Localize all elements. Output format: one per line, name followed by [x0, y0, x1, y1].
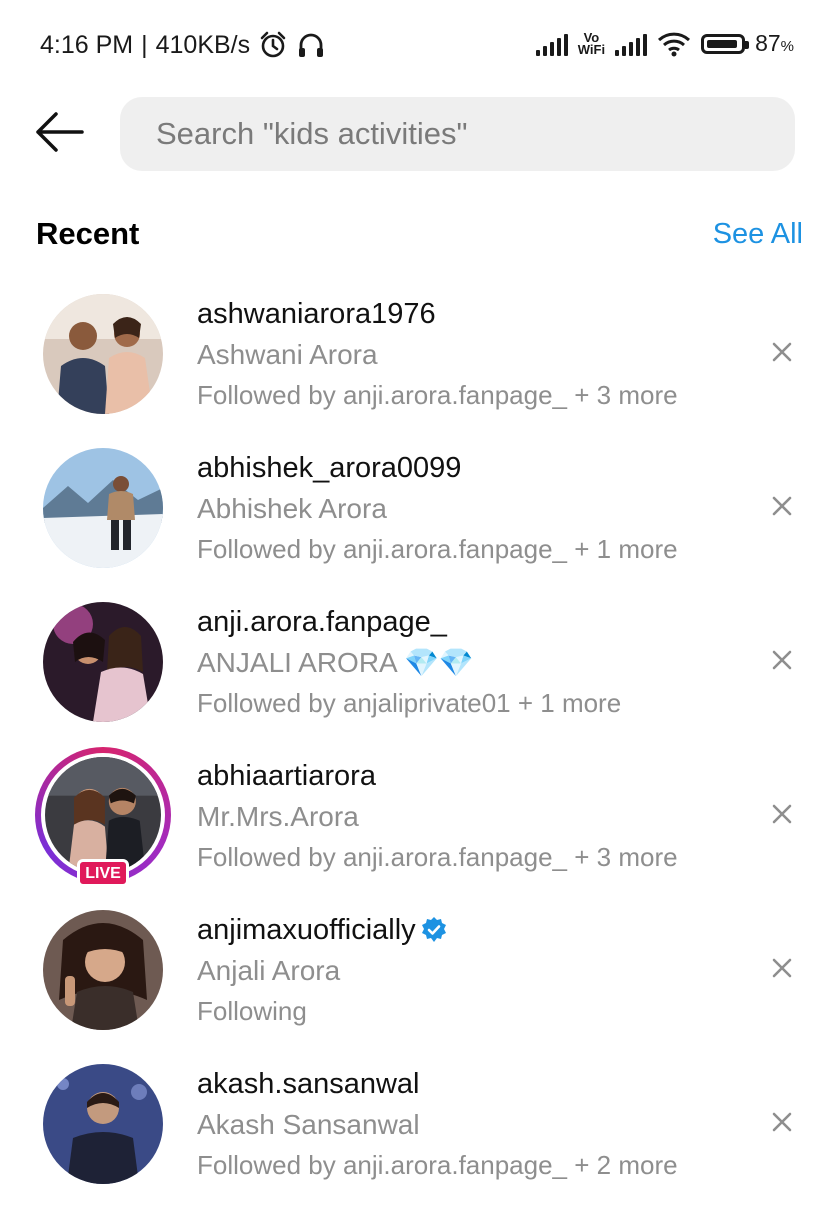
followed-by: Followed by anji.arora.fanpage_ + 2 more	[197, 1150, 678, 1180]
avatar[interactable]	[43, 294, 163, 414]
close-icon[interactable]	[772, 496, 792, 516]
status-left: 4:16 PM | 410KB/s	[40, 30, 326, 60]
item-info: anjimaxuofficially Anjali Arora Followin…	[197, 912, 737, 1029]
avatar[interactable]	[43, 910, 163, 1030]
status-speed: 410KB/s	[155, 30, 251, 59]
avatar-photo	[43, 448, 163, 568]
search-bar[interactable]	[120, 97, 795, 171]
followed-by: Followed by anjaliprivate01 + 1 more	[197, 688, 622, 718]
see-all-link[interactable]: See All	[713, 218, 803, 251]
list-item[interactable]: ashwaniarora1976 Ashwani Arora Followed …	[0, 292, 838, 446]
headphones-icon	[299, 33, 324, 57]
close-icon[interactable]	[772, 650, 792, 670]
list-item[interactable]: akash.sansanwal Akash Sansanwal Followed…	[0, 1062, 838, 1216]
close-icon[interactable]	[772, 342, 792, 362]
alarm-icon	[260, 31, 286, 58]
avatar[interactable]	[43, 602, 163, 722]
full-name: Anjali Arora	[197, 955, 341, 986]
avatar[interactable]	[43, 1064, 163, 1184]
vowifi-bottom: WiFi	[577, 41, 606, 57]
followed-by: Followed by anji.arora.fanpage_ + 1 more	[197, 534, 678, 564]
full-name: Abhishek Arora	[197, 493, 387, 524]
signal-icon	[615, 32, 648, 56]
username: abhiaartiarora	[197, 760, 376, 792]
list-item[interactable]: abhishek_arora0099 Abhishek Arora Follow…	[0, 446, 838, 600]
avatar-photo	[43, 1064, 163, 1184]
signal-icon	[535, 32, 568, 56]
close-icon[interactable]	[772, 1112, 792, 1132]
full-name: Ashwani Arora	[197, 339, 378, 370]
avatar-photo	[45, 757, 161, 873]
followed-by: Followed by anji.arora.fanpage_ + 3 more	[197, 380, 678, 410]
close-icon[interactable]	[772, 958, 792, 978]
username: akash.sansanwal	[197, 1068, 420, 1100]
list-item[interactable]: anjimaxuofficially Anjali Arora Followin…	[0, 908, 838, 1062]
list-item[interactable]: LIVE abhiaartiarora Mr.Mrs.Arora Followe…	[0, 747, 838, 908]
item-info: abhiaartiarora Mr.Mrs.Arora Followed by …	[197, 758, 737, 875]
avatar-photo	[43, 294, 163, 414]
username: anjimaxuofficially	[197, 914, 416, 946]
verified-badge-icon	[421, 917, 446, 942]
status-right: Vo WiFi 87%	[535, 30, 794, 57]
status-separator: |	[141, 30, 148, 59]
full-name: ANJALI ARORA 💎💎	[197, 647, 474, 678]
search-input[interactable]	[154, 115, 795, 153]
vowifi-indicator: Vo WiFi	[577, 31, 606, 57]
item-info: abhishek_arora0099 Abhishek Arora Follow…	[197, 450, 737, 567]
live-badge: LIVE	[77, 859, 129, 887]
list-item[interactable]: anji.arora.fanpage_ ANJALI ARORA 💎💎 Foll…	[0, 600, 838, 754]
full-name: Mr.Mrs.Arora	[197, 801, 359, 832]
followed-by: Followed by anji.arora.fanpage_ + 3 more	[197, 842, 678, 872]
avatar-photo	[43, 910, 163, 1030]
avatar[interactable]	[43, 448, 163, 568]
username: abhishek_arora0099	[197, 452, 462, 484]
item-info: ashwaniarora1976 Ashwani Arora Followed …	[197, 296, 737, 413]
item-info: anji.arora.fanpage_ ANJALI ARORA 💎💎 Foll…	[197, 604, 737, 721]
recent-list: ashwaniarora1976 Ashwani Arora Followed …	[0, 292, 838, 1216]
username: anji.arora.fanpage_	[197, 606, 447, 638]
wifi-icon	[658, 32, 691, 56]
full-name: Akash Sansanwal	[197, 1109, 420, 1140]
following-status: Following	[197, 996, 307, 1026]
item-info: akash.sansanwal Akash Sansanwal Followed…	[197, 1066, 737, 1183]
status-bar: 4:16 PM | 410KB/s Vo WiFi 87%	[0, 0, 838, 90]
recent-heading: Recent	[36, 216, 140, 251]
back-arrow-icon[interactable]	[34, 110, 86, 154]
status-time: 4:16 PM	[40, 30, 134, 59]
avatar-live-ring[interactable]: LIVE	[35, 747, 171, 887]
username-row: anjimaxuofficially	[197, 912, 737, 948]
battery-icon	[701, 33, 750, 54]
battery-percent: 87%	[755, 30, 794, 56]
username: ashwaniarora1976	[197, 298, 436, 330]
close-icon[interactable]	[772, 804, 792, 824]
avatar-photo	[43, 602, 163, 722]
